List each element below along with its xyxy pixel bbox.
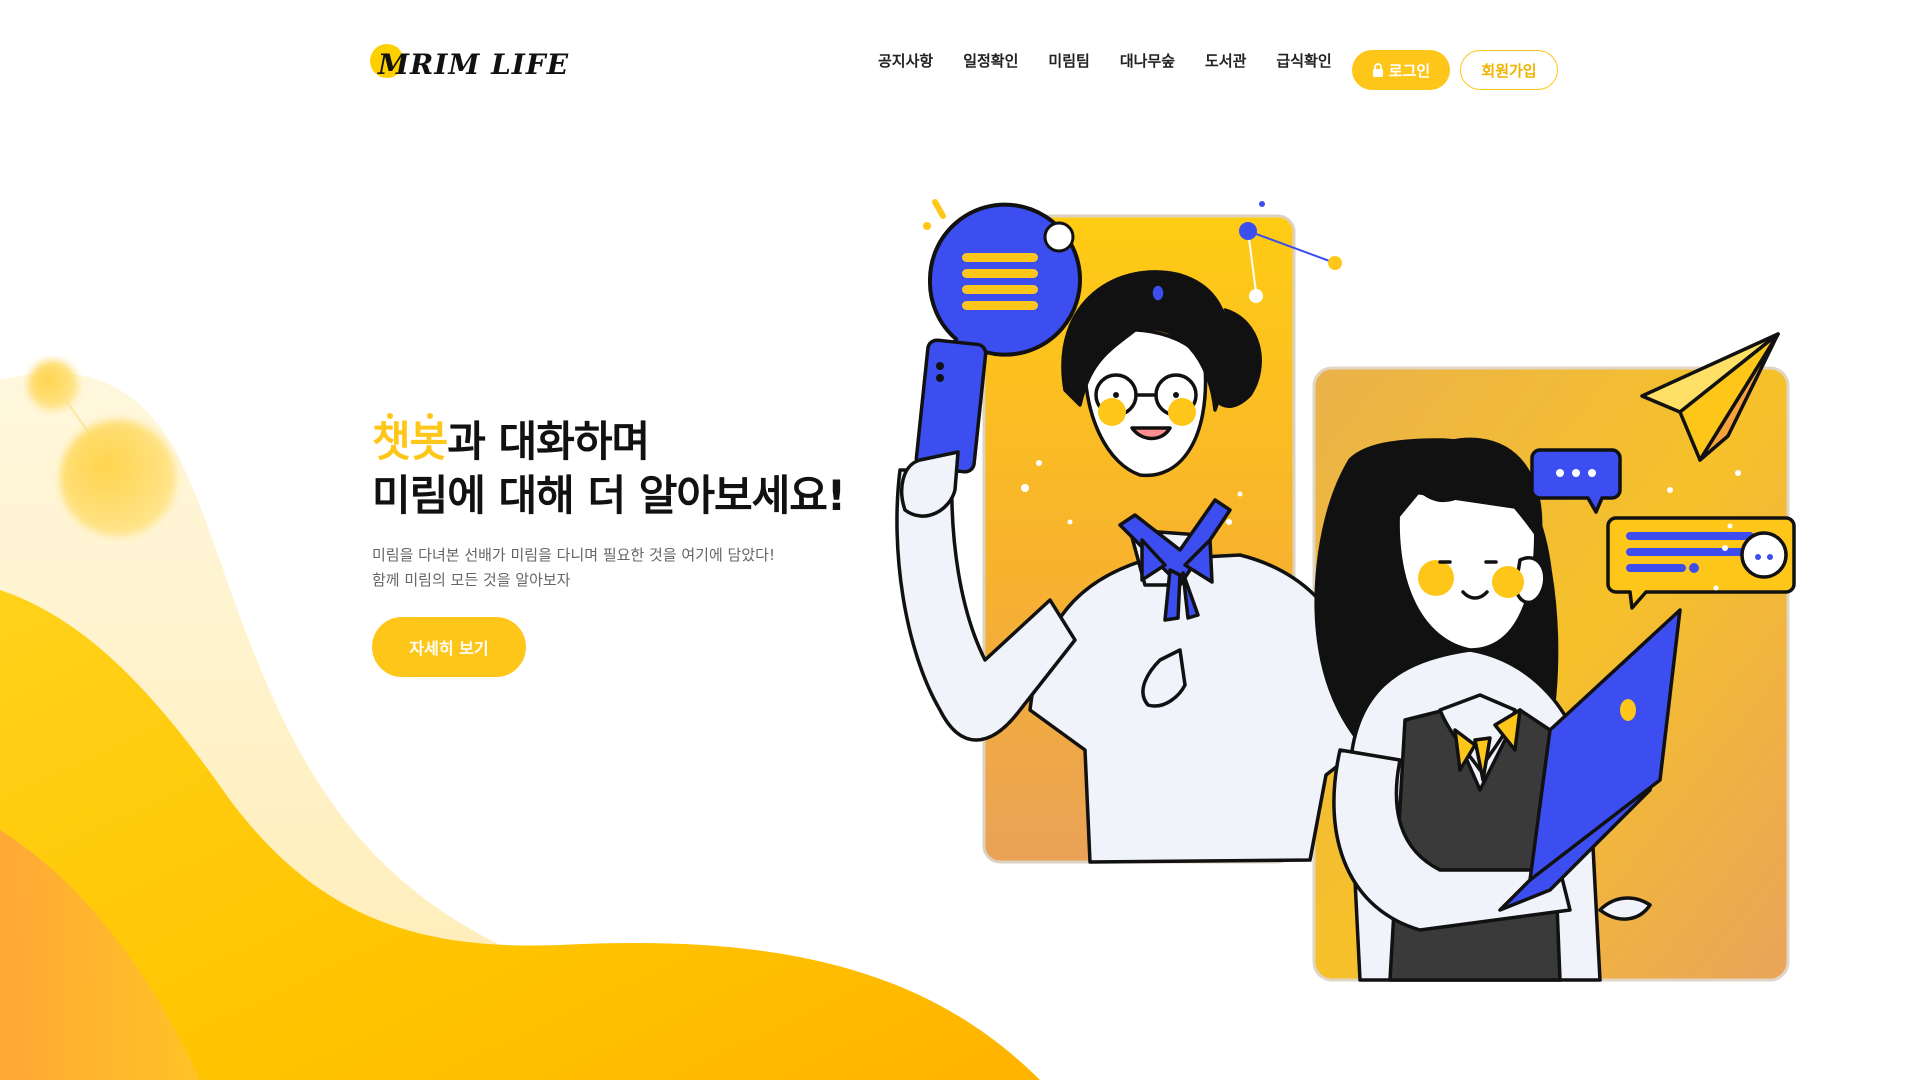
learn-more-button[interactable]: 자세히 보기 xyxy=(372,617,526,677)
small-ball xyxy=(28,360,78,410)
hero-title-line2: 미림에 대해 더 알아보세요! xyxy=(372,471,846,520)
hero-description: 미림을 다녀본 선배가 미림을 다니며 필요한 것을 여기에 담았다! 함께 미… xyxy=(372,543,872,593)
hero-title: 챗봇과 대화하며 미림에 대해 더 알아보세요! xyxy=(372,415,872,523)
nav-item-bamboo-forest[interactable]: 대나무숲 xyxy=(1120,50,1175,71)
hero-title-accent: 챗봇 xyxy=(372,417,448,466)
hero-title-line1: 과 대화하며 xyxy=(447,417,650,466)
signup-button[interactable]: 회원가입 xyxy=(1460,50,1558,90)
main-nav: 공지사항 일정확인 미림팀 대나무숲 도서관 급식확인 xyxy=(878,50,1332,71)
lock-icon xyxy=(1372,63,1383,77)
nav-item-team[interactable]: 미림팀 xyxy=(1048,50,1089,71)
learn-more-label: 자세히 보기 xyxy=(409,639,489,658)
hero-desc-line2: 함께 미림의 모든 것을 알아보자 xyxy=(372,571,571,589)
hero-section: 챗봇과 대화하며 미림에 대해 더 알아보세요! 미림을 다녀본 선배가 미림을… xyxy=(372,415,872,677)
header: MRIM LIFE 공지사항 일정확인 미림팀 대나무숲 도서관 급식확인 로그… xyxy=(0,0,1920,140)
login-button[interactable]: 로그인 xyxy=(1352,50,1450,90)
signup-label: 회원가입 xyxy=(1481,61,1537,80)
hero-desc-line1: 미림을 다녀본 선배가 미림을 다니며 필요한 것을 여기에 담았다! xyxy=(372,546,775,564)
nav-item-library[interactable]: 도서관 xyxy=(1205,50,1246,71)
logo[interactable]: MRIM LIFE xyxy=(370,44,568,94)
login-label: 로그인 xyxy=(1388,61,1431,80)
nav-item-schedule[interactable]: 일정확인 xyxy=(963,50,1018,71)
nav-item-meal[interactable]: 급식확인 xyxy=(1276,50,1331,71)
large-ball xyxy=(60,420,176,536)
logo-text: MRIM LIFE xyxy=(378,48,570,81)
hero-illustration xyxy=(895,199,1796,982)
nav-item-notice[interactable]: 공지사항 xyxy=(878,50,933,71)
